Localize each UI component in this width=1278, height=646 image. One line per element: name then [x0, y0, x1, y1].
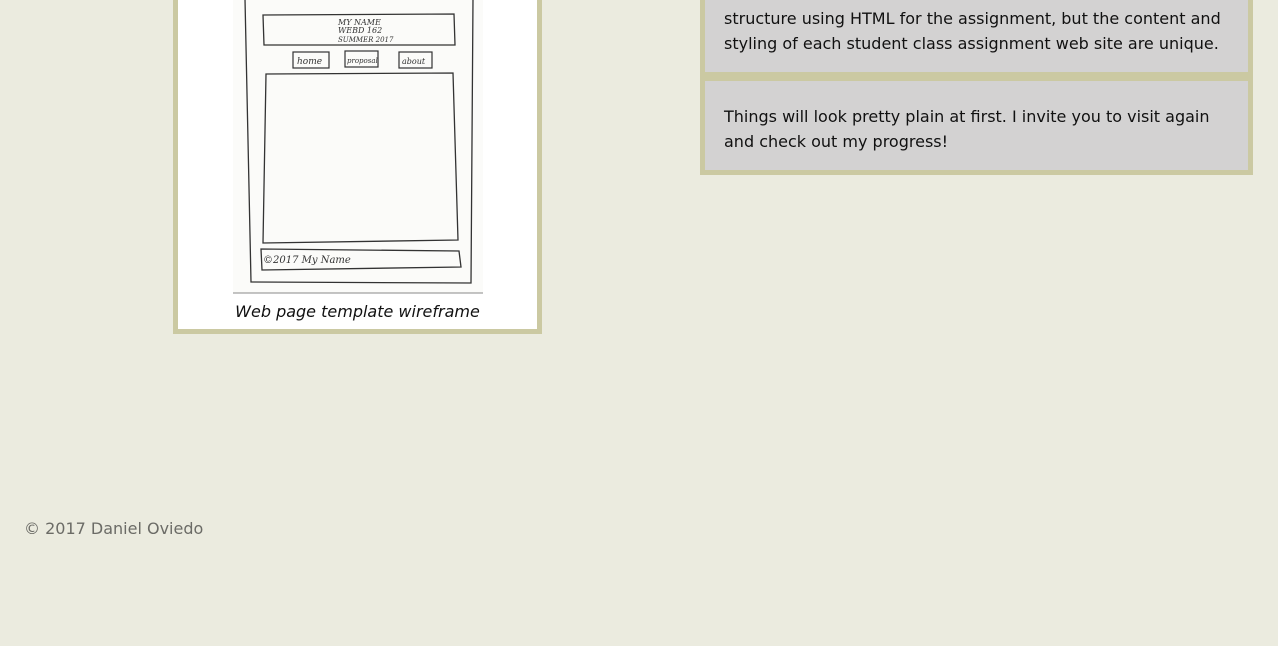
figure-caption: Web page template wireframe [235, 302, 480, 321]
page: MY NAME WEBD 162 SUMMER 2017 home propos… [0, 0, 1278, 646]
copyright-footer: © 2017 Daniel Oviedo [24, 519, 204, 538]
sketch-nav-proposal: proposal [347, 57, 378, 65]
progress-paragraph-text: Things will look pretty plain at first. … [724, 107, 1210, 151]
wireframe-figure: MY NAME WEBD 162 SUMMER 2017 home propos… [173, 0, 542, 334]
wireframe-sketch-image: MY NAME WEBD 162 SUMMER 2017 home propos… [233, 0, 483, 294]
sketch-nav-about: about [402, 57, 426, 66]
sketch-footer-text: ©2017 My Name [263, 255, 351, 266]
sketch-header-line3: SUMMER 2017 [338, 36, 394, 44]
progress-paragraph-box: Things will look pretty plain at first. … [700, 76, 1253, 175]
intro-paragraph-box: structure using HTML for the assignment,… [700, 0, 1253, 77]
sketch-header-line2: WEBD 162 [338, 26, 382, 35]
sketch-nav-home: home [297, 57, 322, 67]
intro-paragraph-text: structure using HTML for the assignment,… [724, 9, 1221, 53]
